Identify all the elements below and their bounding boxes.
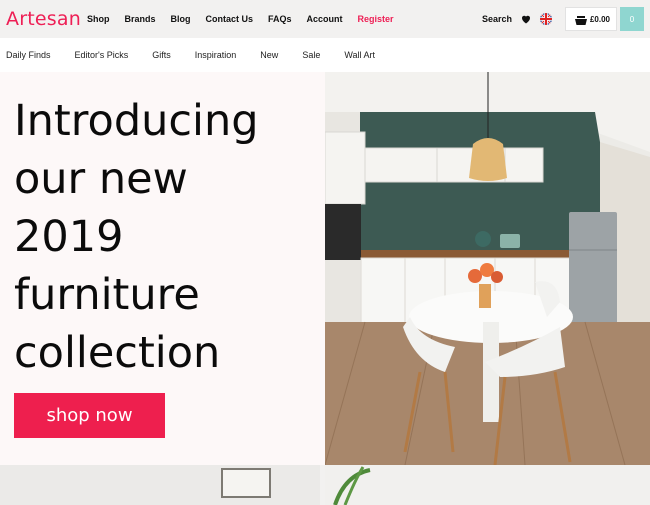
uk-flag-icon[interactable] [540, 13, 552, 25]
kitchen-photo [325, 72, 650, 465]
tile-image-right [325, 465, 650, 505]
category-daily-finds[interactable]: Daily Finds [6, 50, 51, 60]
headline-line: furniture [14, 270, 200, 320]
headline-line: our new [14, 154, 188, 204]
heart-icon[interactable] [520, 13, 532, 25]
hero-text-panel: Introducing our new 2019 furniture colle… [0, 72, 325, 465]
cart-total: £0.00 [589, 14, 610, 24]
headline-line: 2019 [14, 212, 124, 262]
nav-item-brands[interactable]: Brands [125, 14, 156, 24]
cart-count-badge[interactable]: 0 [620, 7, 644, 31]
basket-icon [575, 16, 587, 25]
main-nav: Shop Brands Blog Contact Us FAQs Account… [87, 0, 409, 43]
cart-button[interactable]: £0.00 [565, 7, 617, 31]
tile-image-left [0, 465, 320, 505]
nav-item-blog[interactable]: Blog [171, 14, 191, 24]
nav-item-faqs[interactable]: FAQs [268, 14, 292, 24]
hero-headline: Introducing our new 2019 furniture colle… [14, 92, 314, 382]
category-inspiration[interactable]: Inspiration [195, 50, 237, 60]
category-tile-right[interactable] [325, 465, 650, 505]
hero-kitchen-image [325, 72, 650, 465]
nav-item-register[interactable]: Register [358, 14, 394, 24]
category-gifts[interactable]: Gifts [152, 50, 171, 60]
category-sale[interactable]: Sale [302, 50, 320, 60]
category-editors-picks[interactable]: Editor's Picks [75, 50, 129, 60]
category-new[interactable]: New [260, 50, 278, 60]
category-tile-left[interactable] [0, 465, 320, 505]
category-nav: Daily Finds Editor's Picks Gifts Inspira… [0, 38, 650, 72]
nav-item-account[interactable]: Account [307, 14, 343, 24]
headline-line: collection [14, 328, 221, 378]
headline-line: Introducing [14, 96, 259, 146]
category-wall-art[interactable]: Wall Art [344, 50, 375, 60]
nav-item-contact-us[interactable]: Contact Us [206, 14, 254, 24]
search-link[interactable]: Search [482, 14, 512, 24]
top-navigation-bar: Artesan Shop Brands Blog Contact Us FAQs… [0, 0, 650, 43]
logo[interactable]: Artesan [6, 8, 81, 30]
shop-now-button[interactable]: shop now [14, 393, 165, 438]
header-actions: Search £0.00 0 [482, 0, 650, 38]
nav-item-shop[interactable]: Shop [87, 14, 110, 43]
